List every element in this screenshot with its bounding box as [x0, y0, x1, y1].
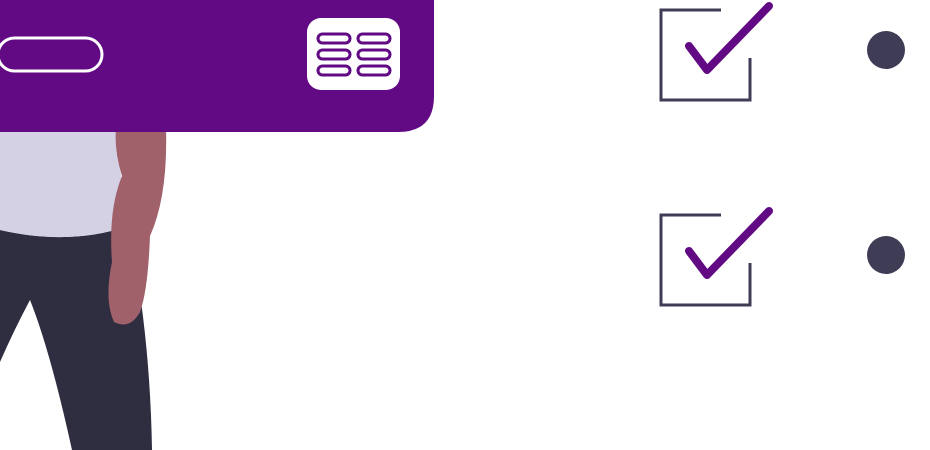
- check-mark: [685, 2, 773, 74]
- check-mark: [685, 207, 773, 279]
- checkbox-checked-icon: [659, 207, 773, 307]
- card-icon-background: [307, 18, 400, 90]
- credit-card: [0, 0, 434, 132]
- checkbox-checked-icon: [659, 2, 773, 102]
- checklist: [659, 2, 905, 307]
- list-rows-icon: [307, 18, 400, 90]
- person-shirt: [0, 128, 128, 238]
- checklist-item-2: [659, 207, 905, 307]
- checklist-item-1: [659, 2, 905, 102]
- person-figure: [0, 128, 167, 450]
- bullet-dot-icon: [867, 31, 905, 69]
- bullet-dot-icon: [867, 236, 905, 274]
- checkbox-frame: [659, 213, 752, 307]
- checkbox-frame: [659, 8, 752, 102]
- illustration: [0, 0, 905, 450]
